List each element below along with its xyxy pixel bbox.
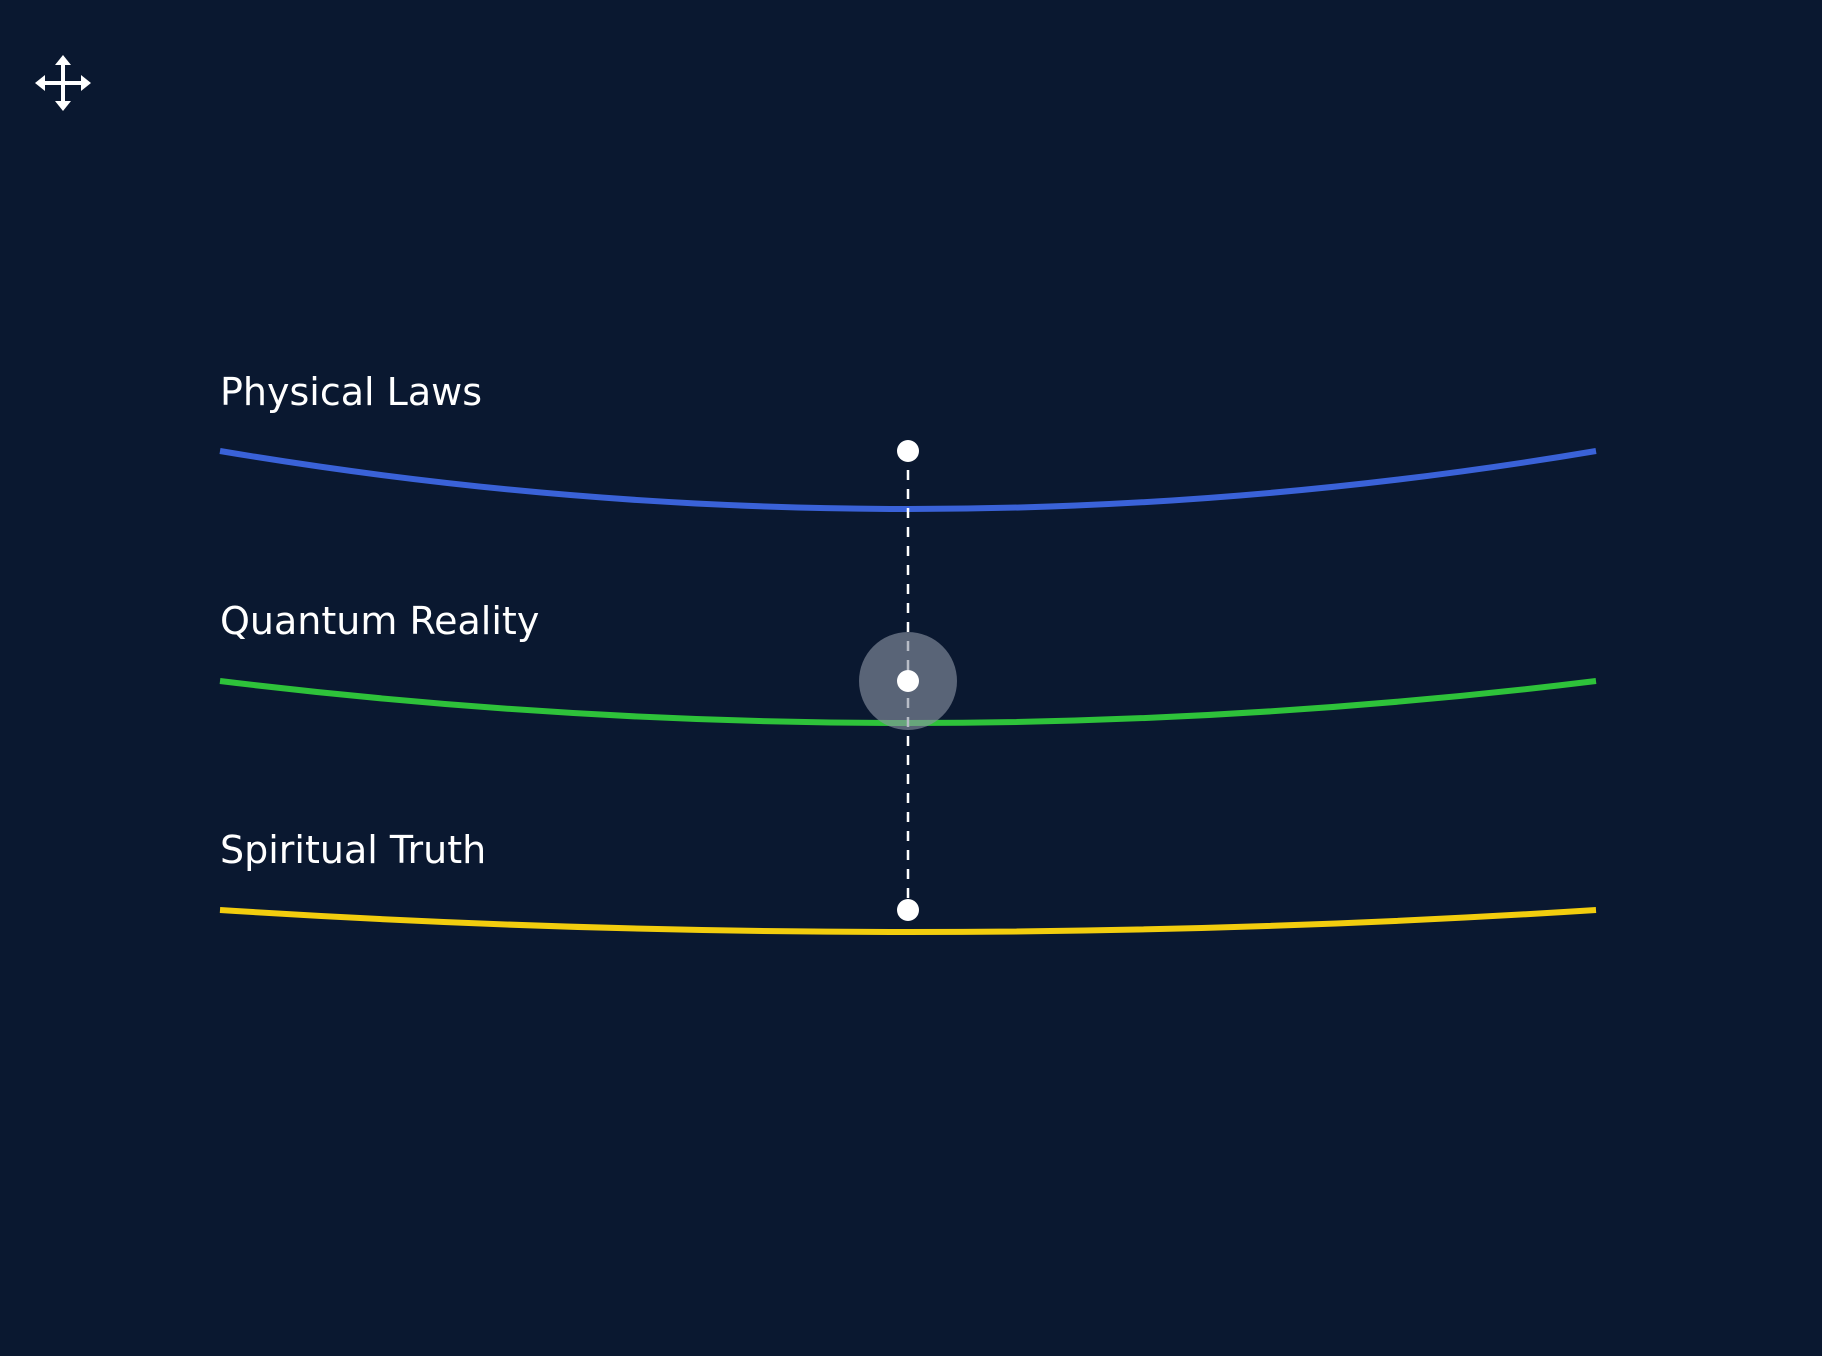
layer-label-spiritual-truth: Spiritual Truth	[220, 828, 486, 872]
layer-label-physical-laws: Physical Laws	[220, 370, 482, 414]
layer-node-physical-laws[interactable]	[897, 440, 919, 462]
layers-diagram: Physical Laws Quantum Reality Spiritual …	[219, 370, 1597, 935]
layer-node-quantum-reality[interactable]	[897, 670, 919, 692]
layer-labels: Physical Laws Quantum Reality Spiritual …	[220, 370, 539, 872]
layer-label-quantum-reality: Quantum Reality	[220, 599, 539, 643]
layer-node-spiritual-truth[interactable]	[897, 899, 919, 921]
